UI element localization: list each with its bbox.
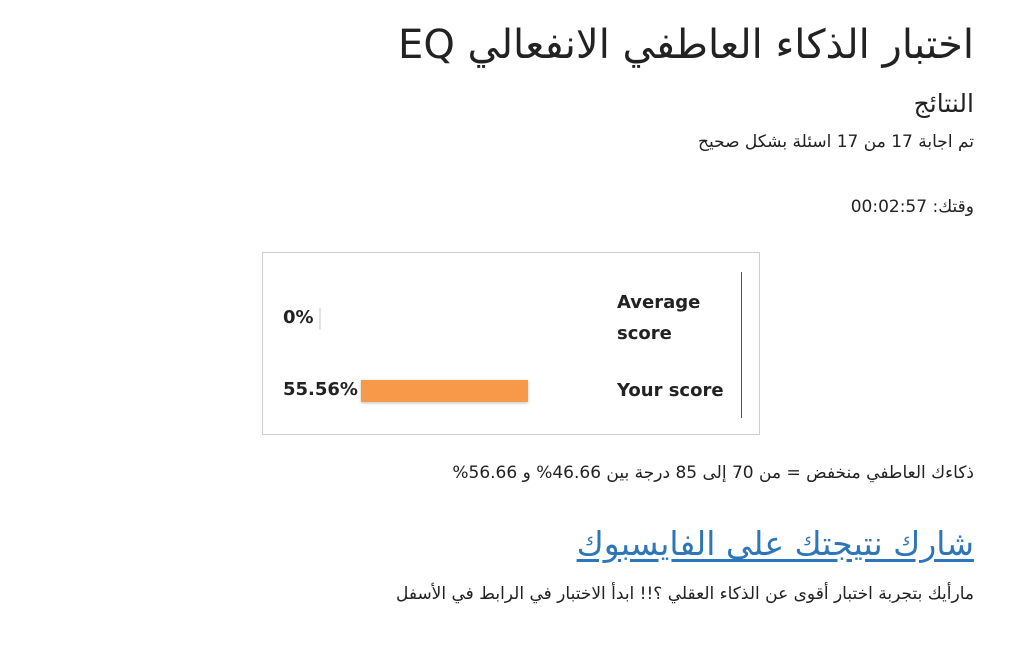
correct-answers-text: تم اجابة 17 من 17 اسئلة بشكل صحيح — [698, 132, 974, 152]
average-score-bar-track — [319, 308, 619, 330]
average-score-label-line2: score — [617, 323, 672, 344]
time-value: 00:02:57 — [850, 197, 928, 217]
share-on-facebook-link[interactable]: شارك نتيجتك على الفايسبوك — [577, 520, 974, 568]
time-taken: وقتك: 00:02:57 — [851, 195, 974, 219]
average-score-label: Average score — [617, 287, 727, 349]
results-heading: النتائج — [913, 89, 974, 118]
quiz-results-page: اختبار الذكاء العاطفي الانفعالي EQ النتا… — [0, 0, 1032, 647]
average-score-percent: 0% — [283, 307, 314, 328]
your-score-bar — [361, 380, 528, 402]
your-score-percent: 55.56% — [283, 379, 358, 400]
your-score-bar-track — [361, 380, 661, 402]
chart-axis-line — [741, 272, 742, 418]
score-comparison-box: Average score 0% Your score 55.56% — [262, 252, 760, 435]
eq-interpretation-text: ذكاءك العاطفي منخفض = من 70 إلى 85 درجة … — [452, 463, 974, 483]
page-title: اختبار الذكاء العاطفي الانفعالي EQ — [398, 22, 974, 68]
next-test-prompt: مارأيك بتجربة اختبار أقوى عن الذكاء العق… — [395, 584, 974, 604]
average-score-bar — [319, 308, 321, 330]
average-score-label-line1: Average — [617, 292, 701, 313]
time-label: وقتك: — [932, 197, 974, 217]
